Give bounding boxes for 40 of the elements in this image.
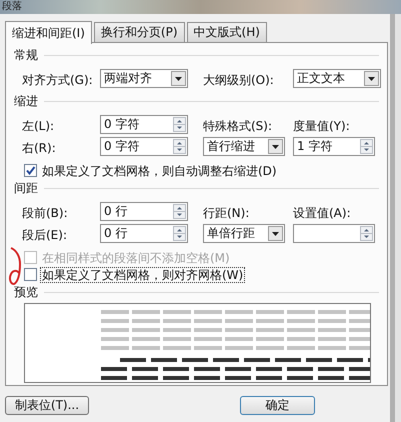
- spin-field[interactable]: 0 字符: [100, 115, 188, 134]
- field-label: 对齐方式(G):: [22, 72, 93, 88]
- field-label: 段后(E):: [22, 227, 67, 243]
- checkbox-label[interactable]: 如果定义了文档网格，则对齐网格(W): [40, 266, 246, 282]
- tab[interactable]: 中文版式(H): [186, 22, 267, 42]
- tab[interactable]: 换行和分页(P): [94, 22, 185, 42]
- spinner-icon[interactable]: [173, 139, 186, 154]
- spinner-icon[interactable]: [173, 226, 186, 241]
- annotation-mark: [8, 246, 22, 286]
- checkbox[interactable]: [24, 268, 37, 281]
- dropdown[interactable]: 单倍行距: [203, 224, 285, 243]
- dialog-button[interactable]: 确定: [240, 396, 315, 415]
- field-label: 度量值(Y):: [293, 118, 350, 134]
- spin-field[interactable]: 0 字符: [100, 137, 188, 156]
- section-heading: 预览: [14, 285, 38, 300]
- dropdown[interactable]: 正文文本: [293, 69, 381, 88]
- spinner-icon[interactable]: [173, 117, 186, 132]
- field-label: 左(L):: [22, 118, 54, 134]
- section-heading: 缩进: [14, 94, 38, 109]
- section-heading: 间距: [14, 181, 38, 196]
- spin-field[interactable]: 1 字符: [293, 137, 375, 156]
- section-heading: 常规: [14, 48, 38, 63]
- field-label: 段前(B):: [22, 205, 68, 221]
- spinner-icon[interactable]: [173, 204, 186, 219]
- field-label: 特殊格式(S):: [203, 118, 272, 134]
- spin-field[interactable]: 0 行: [100, 224, 188, 243]
- field-label: 设置值(A):: [293, 205, 351, 221]
- spin-field[interactable]: 0 行: [100, 202, 188, 221]
- checkbox-label[interactable]: 如果定义了文档网格，则自动调整右缩进(D): [40, 162, 279, 178]
- dialog-button[interactable]: 制表位(T)...: [5, 396, 89, 415]
- field-label: 行距(N):: [203, 205, 250, 221]
- dropdown[interactable]: 首行缩进: [203, 137, 285, 156]
- spinner-icon[interactable]: [360, 139, 373, 154]
- window-title: 段落: [2, 1, 22, 13]
- spinner-icon[interactable]: [360, 226, 373, 241]
- spin-field[interactable]: [293, 224, 375, 243]
- field-label: 大纲级别(O):: [203, 72, 274, 88]
- field-label: 右(R):: [22, 140, 56, 156]
- dropdown[interactable]: 两端对齐: [100, 69, 188, 88]
- tab[interactable]: 缩进和间距(I): [5, 21, 92, 44]
